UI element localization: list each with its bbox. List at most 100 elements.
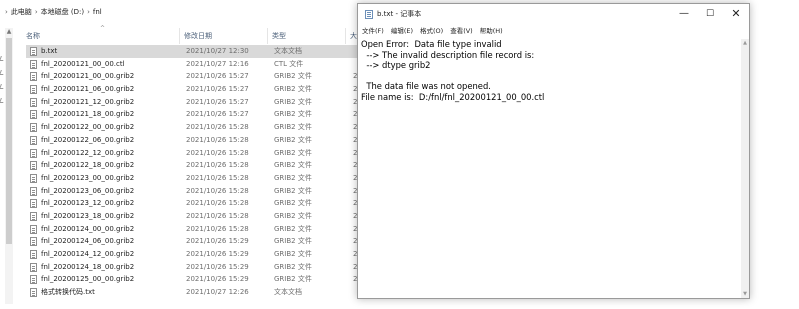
file-row[interactable]: fnl_20200121_18_00.grib2 2021/10/26 15:27… — [26, 108, 366, 121]
file-row[interactable]: fnl_20200123_12_00.grib2 2021/10/26 15:28… — [26, 197, 366, 210]
file-type: GRIB2 文件 — [274, 161, 312, 170]
explorer-vertical-scrollbar[interactable]: ▲ — [5, 28, 13, 304]
file-type: GRIB2 文件 — [274, 186, 312, 195]
maximize-button[interactable]: ☐ — [697, 4, 723, 24]
file-name: fnl_20200121_00_00.grib2 — [41, 72, 135, 81]
file-name: fnl_20200123_12_00.grib2 — [41, 199, 135, 208]
file-name: b.txt — [41, 47, 58, 55]
file-type: GRIB2 文件 — [274, 199, 312, 208]
breadcrumb-fnl[interactable]: fnl — [93, 8, 102, 16]
notepad-app-icon — [365, 10, 373, 19]
scroll-up-icon[interactable]: ▲ — [5, 28, 13, 36]
file-name: fnl_20200121_12_00.grib2 — [41, 97, 135, 106]
menu-file[interactable]: 文件(F) — [362, 25, 384, 38]
file-name: fnl_20200124_00_00.grib2 — [41, 224, 135, 233]
file-modified-date: 2021/10/26 15:28 — [186, 148, 249, 157]
file-modified-date: 2021/10/26 15:29 — [186, 262, 249, 271]
file-name: fnl_20200124_12_00.grib2 — [41, 250, 135, 258]
file-type: GRIB2 文件 — [274, 262, 312, 271]
generic-file-icon — [30, 97, 37, 107]
menu-edit[interactable]: 编辑(E) — [391, 25, 413, 38]
menu-format[interactable]: 格式(O) — [420, 25, 443, 38]
file-row[interactable]: fnl_20200122_12_00.grib2 2021/10/26 15:28… — [26, 147, 366, 160]
scroll-down-icon[interactable]: ▼ — [741, 290, 749, 298]
minimize-button[interactable]: — — [671, 4, 697, 24]
file-name: fnl_20200121_00_00.ctl — [41, 59, 125, 68]
text-file-icon — [30, 47, 37, 56]
file-modified-date: 2021/10/27 12:16 — [186, 59, 249, 68]
column-header-name[interactable]: 名称 — [22, 28, 180, 44]
file-row[interactable]: fnl_20200124_00_00.grib2 2021/10/26 15:28… — [26, 223, 366, 236]
file-name: fnl_20200121_06_00.grib2 — [41, 85, 135, 94]
file-row[interactable]: fnl_20200123_00_00.grib2 2021/10/26 15:28… — [26, 172, 366, 185]
file-row[interactable]: fnl_20200123_06_00.grib2 2021/10/26 15:28… — [26, 185, 366, 198]
generic-file-icon — [30, 199, 37, 209]
scrollbar-thumb[interactable] — [6, 38, 12, 244]
file-type: GRIB2 文件 — [274, 224, 312, 233]
file-row[interactable]: fnl_20200122_18_00.grib2 2021/10/26 15:28… — [26, 159, 366, 172]
generic-file-icon — [30, 250, 37, 259]
file-type: GRIB2 文件 — [274, 173, 312, 182]
file-type: GRIB2 文件 — [274, 237, 312, 246]
file-type: GRIB2 文件 — [274, 85, 312, 94]
file-type: GRIB2 文件 — [274, 250, 312, 258]
generic-file-icon — [30, 186, 37, 196]
window-title: b.txt - 记事本 — [377, 10, 422, 18]
file-row[interactable]: fnl_20200122_06_00.grib2 2021/10/26 15:28… — [26, 134, 366, 147]
file-type: 文本文档 — [274, 47, 302, 55]
file-type: GRIB2 文件 — [274, 275, 312, 284]
file-row[interactable]: fnl_20200124_06_00.grib2 2021/10/26 15:29… — [26, 235, 366, 248]
file-row[interactable]: b.txt 2021/10/27 12:30 文本文档 — [26, 45, 366, 58]
file-row[interactable]: 格式转换代码.txt 2021/10/27 12:26 文本文档 — [26, 286, 366, 299]
generic-file-icon — [30, 85, 37, 95]
generic-file-icon — [30, 211, 37, 221]
file-type: GRIB2 文件 — [274, 135, 312, 144]
file-modified-date: 2021/10/26 15:28 — [186, 123, 249, 132]
generic-file-icon — [30, 148, 37, 158]
file-modified-date: 2021/10/27 12:26 — [186, 288, 249, 297]
generic-file-icon — [30, 123, 37, 133]
file-row[interactable]: fnl_20200125_00_00.grib2 2021/10/26 15:29… — [26, 273, 366, 286]
file-row[interactable]: fnl_20200121_06_00.grib2 2021/10/26 15:27… — [26, 83, 366, 96]
file-modified-date: 2021/10/26 15:29 — [186, 275, 249, 284]
file-name: fnl_20200122_12_00.grib2 — [41, 148, 135, 157]
generic-file-icon — [30, 275, 37, 285]
column-headers: 名称 修改日期 类型 大小 — [22, 28, 376, 44]
file-modified-date: 2021/10/26 15:28 — [186, 161, 249, 170]
file-row[interactable]: fnl_20200124_18_00.grib2 2021/10/26 15:29… — [26, 261, 366, 274]
notepad-text-area[interactable]: Open Error: Data file type invalid --> T… — [358, 39, 741, 298]
file-name: fnl_20200124_18_00.grib2 — [41, 262, 135, 271]
column-header-date[interactable]: 修改日期 — [180, 28, 268, 44]
generic-file-icon — [30, 135, 37, 145]
file-row[interactable]: fnl_20200121_12_00.grib2 2021/10/26 15:27… — [26, 96, 366, 109]
file-row[interactable]: fnl_20200121_00_00.grib2 2021/10/26 15:27… — [26, 70, 366, 83]
file-type: GRIB2 文件 — [274, 97, 312, 106]
chevron-right-icon: › — [5, 8, 8, 16]
file-row[interactable]: fnl_20200123_18_00.grib2 2021/10/26 15:28… — [26, 210, 366, 223]
file-type: GRIB2 文件 — [274, 148, 312, 157]
column-header-type[interactable]: 类型 — [268, 28, 346, 44]
notepad-titlebar[interactable]: b.txt - 记事本 — ☐ ✕ — [358, 4, 749, 24]
file-name: fnl_20200123_18_00.grib2 — [41, 211, 135, 220]
file-name: fnl_20200123_00_00.grib2 — [41, 173, 135, 182]
file-name: fnl_20200125_00_00.grib2 — [41, 275, 135, 284]
generic-file-icon — [30, 110, 37, 120]
file-row[interactable]: fnl_20200121_00_00.ctl 2021/10/27 12:16 CT… — [26, 58, 366, 71]
menu-view[interactable]: 查看(V) — [450, 25, 473, 38]
file-modified-date: 2021/10/26 15:28 — [186, 135, 249, 144]
generic-file-icon — [30, 224, 37, 234]
notepad-vertical-scrollbar[interactable]: ▲ ▼ — [741, 39, 749, 298]
generic-file-icon — [30, 237, 37, 247]
breadcrumb-this-pc[interactable]: 此电脑 — [11, 7, 32, 17]
close-button[interactable]: ✕ — [723, 4, 749, 24]
menu-help[interactable]: 帮助(H) — [480, 25, 503, 38]
generic-file-icon — [30, 262, 37, 272]
notepad-window: b.txt - 记事本 — ☐ ✕ 文件(F) 编辑(E) 格式(O) 查看(V… — [357, 3, 750, 299]
file-name: fnl_20200123_06_00.grib2 — [41, 186, 135, 195]
breadcrumb-local-disk[interactable]: 本地磁盘 (D:) — [41, 7, 84, 17]
file-row[interactable]: fnl_20200122_00_00.grib2 2021/10/26 15:28… — [26, 121, 366, 134]
notepad-content[interactable]: Open Error: Data file type invalid --> T… — [361, 39, 544, 103]
file-row[interactable]: fnl_20200124_12_00.grib2 2021/10/26 15:29… — [26, 248, 366, 261]
scroll-up-icon[interactable]: ▲ — [741, 39, 749, 47]
file-type: GRIB2 文件 — [274, 123, 312, 132]
